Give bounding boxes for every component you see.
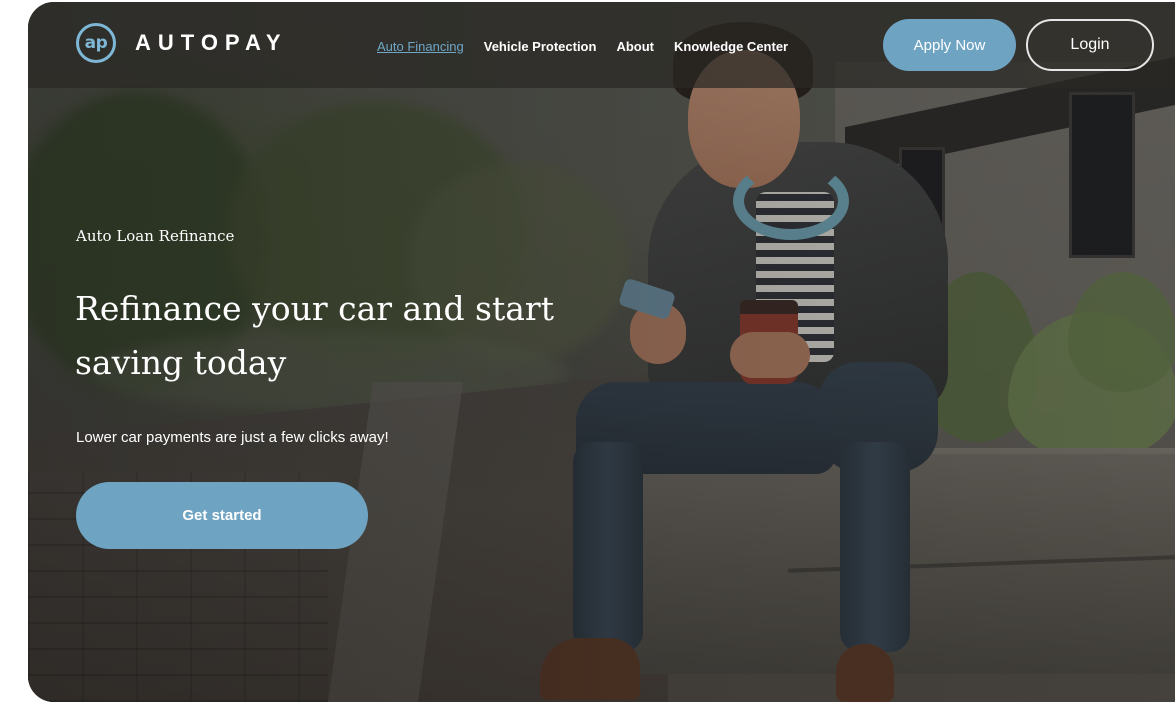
get-started-button[interactable]: Get started — [76, 482, 368, 549]
apply-now-button[interactable]: Apply Now — [883, 19, 1016, 71]
nav-link-auto-financing[interactable]: Auto Financing — [377, 39, 464, 54]
hero-eyebrow: Auto Loan Refinance — [76, 227, 235, 245]
logo-wordmark: AUTOPAY — [135, 30, 288, 55]
login-button[interactable]: Login — [1026, 19, 1154, 71]
nav-link-vehicle-protection[interactable]: Vehicle Protection — [484, 39, 597, 54]
nav-link-about[interactable]: About — [616, 39, 654, 54]
brand-logo[interactable]: ap AUTOPAY — [76, 23, 288, 63]
logo-mark-icon: ap — [76, 23, 116, 63]
hero-frame: ap AUTOPAY Auto Financing Vehicle Protec… — [28, 2, 1175, 702]
hero-subtitle: Lower car payments are just a few clicks… — [76, 429, 389, 446]
top-navbar: ap AUTOPAY Auto Financing Vehicle Protec… — [28, 2, 1175, 88]
nav-link-knowledge-center[interactable]: Knowledge Center — [674, 39, 788, 54]
nav-links: Auto Financing Vehicle Protection About … — [377, 39, 808, 54]
hero-title: Refinance your car and start saving toda… — [75, 289, 554, 382]
